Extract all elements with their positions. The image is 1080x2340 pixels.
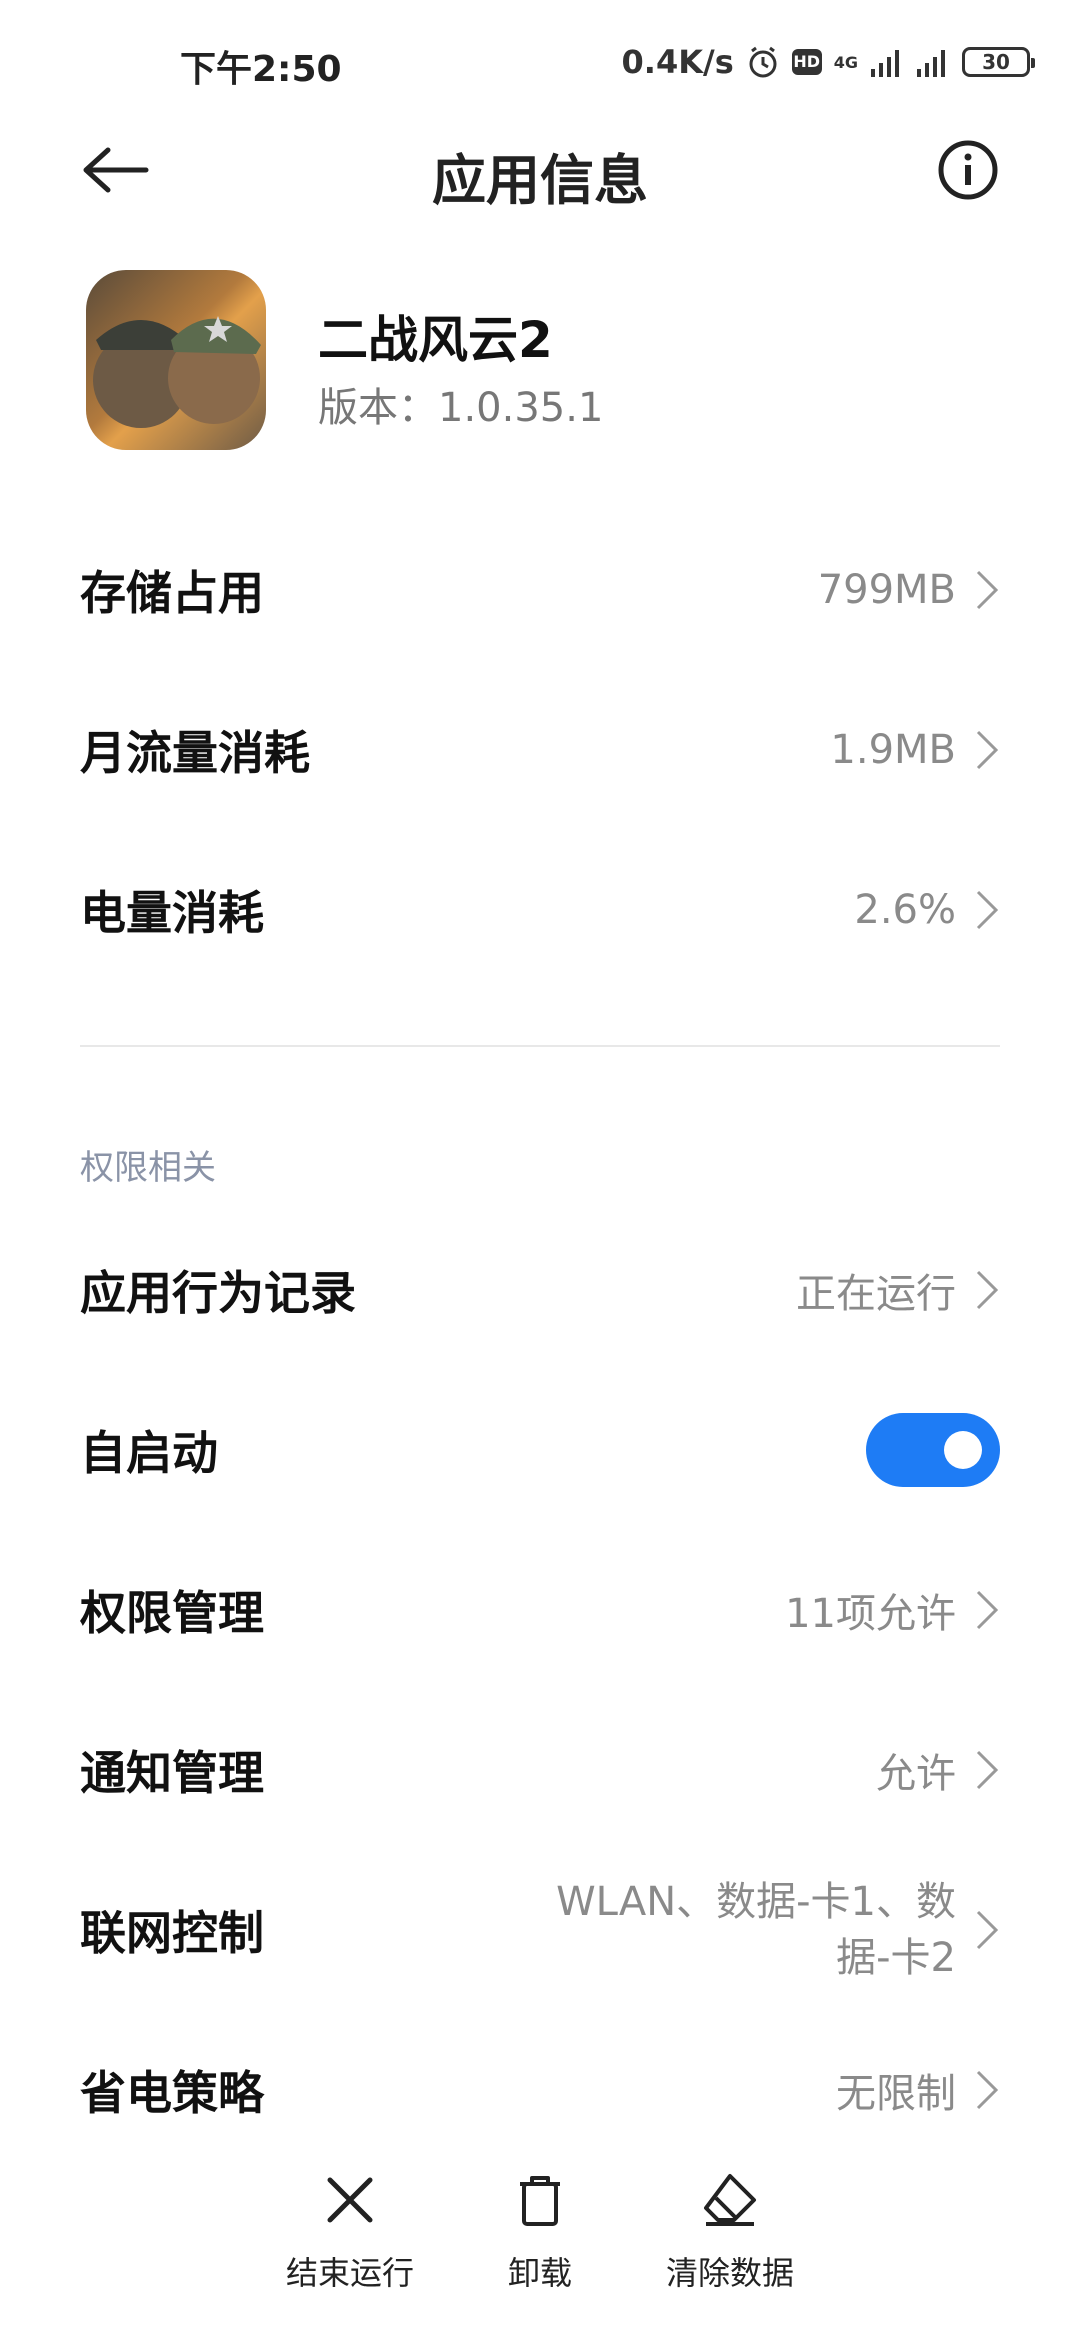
notification-management-row[interactable]: 通知管理 允许 [80,1700,1000,1840]
chevron-right-icon [976,1270,999,1310]
row-label: 月流量消耗 [80,726,310,780]
toggle-knob [944,1431,982,1469]
row-label: 联网控制 [80,1906,264,1960]
permission-management-row[interactable]: 权限管理 11项允许 [80,1540,1000,1680]
info-icon[interactable] [936,138,1000,202]
uninstall-button[interactable]: 卸载 [440,2170,640,2294]
row-value: 正在运行 [796,1271,956,1317]
chevron-right-icon [976,730,999,770]
row-value: 1.9MB [830,727,956,773]
row-label: 权限管理 [80,1586,264,1640]
app-version: 版本：1.0.35.1 [318,385,604,431]
action-label: 清除数据 [665,2254,794,2292]
divider [80,1045,1000,1047]
battery-icon: 30 [962,47,1035,77]
chevron-right-icon [976,890,999,930]
action-label: 结束运行 [285,2254,414,2292]
row-label: 电量消耗 [80,886,264,940]
row-label: 存储占用 [80,566,264,620]
row-value: 11项允许 [785,1591,956,1637]
row-label: 省电策略 [80,2066,264,2120]
row-value: 799MB [817,567,956,613]
chevron-right-icon [976,570,999,610]
chevron-right-icon [976,1590,999,1630]
section-label: 权限相关 [80,1148,216,1188]
row-value: WLAN、数据-卡1、数 据-卡2 [556,1874,956,1986]
alarm-icon [749,46,777,78]
eraser-icon [704,2174,756,2226]
trash-icon [520,2176,560,2226]
row-label: 应用行为记录 [80,1266,356,1320]
autostart-toggle[interactable] [866,1413,1000,1487]
chevron-right-icon [976,2070,999,2110]
signal-icon [917,50,945,77]
net-speed: 0.4K/s [621,43,734,81]
bottom-action-bar: 结束运行 卸载 清除数据 [0,2170,1080,2340]
app-behavior-row[interactable]: 应用行为记录 正在运行 [80,1220,1000,1360]
chevron-right-icon [976,1910,999,1950]
row-label: 通知管理 [80,1746,264,1800]
row-value: 允许 [876,1751,956,1797]
app-name: 二战风云2 [318,311,553,369]
data-usage-row[interactable]: 月流量消耗 1.9MB [80,680,1000,820]
status-icons: 0.4K/s HD 4G 30 [621,40,1035,84]
network-control-row[interactable]: 联网控制 WLAN、数据-卡1、数 据-卡2 [80,1860,1000,2000]
header: 应用信息 [0,120,1080,220]
app-info-screen: 下午2:50 0.4K/s HD 4G 30 应用信息 二战风云2 版本：1.0… [0,0,1080,2340]
autostart-row: 自启动 [80,1380,1000,1520]
row-value: 2.6% [854,887,956,933]
clear-data-button[interactable]: 清除数据 [630,2170,830,2294]
hd-icon: HD [791,49,822,75]
action-label: 卸载 [507,2254,572,2292]
signal-icon [871,50,899,77]
row-label: 自启动 [80,1426,218,1480]
row-value: 无限制 [836,2071,956,2117]
power-saving-row[interactable]: 省电策略 无限制 [80,2020,1000,2160]
network-type: 4G [833,52,858,72]
page-title: 应用信息 [432,149,648,212]
app-icon [86,270,266,450]
row-value-line: WLAN、数据-卡1、数 [556,1879,956,1925]
storage-row[interactable]: 存储占用 799MB [80,520,1000,660]
close-icon [327,2177,373,2223]
status-bar: 下午2:50 0.4K/s HD 4G 30 [0,0,1080,120]
force-stop-button[interactable]: 结束运行 [250,2170,450,2294]
chevron-right-icon [976,1750,999,1790]
status-time: 下午2:50 [180,49,342,90]
battery-usage-row[interactable]: 电量消耗 2.6% [80,840,1000,980]
row-value-line: 据-卡2 [836,1935,956,1981]
